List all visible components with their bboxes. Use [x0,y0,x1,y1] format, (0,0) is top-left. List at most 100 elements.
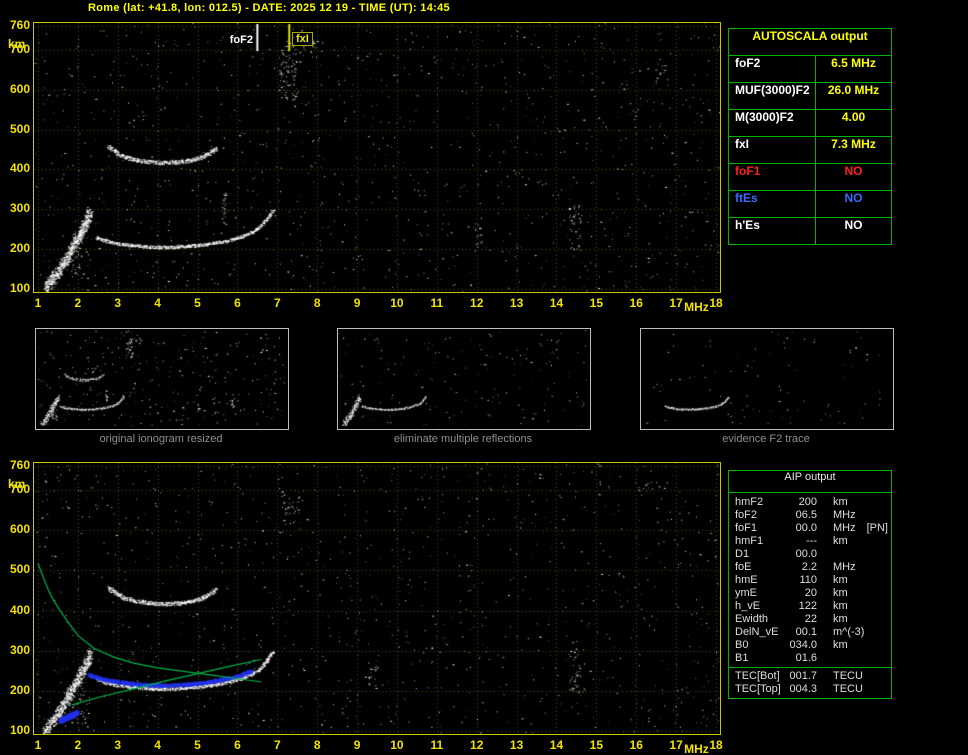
x-axis-tick: 3 [114,296,122,310]
thumbnail-canvas-original [37,330,285,426]
y-axis-tick: 600 [9,522,30,537]
aip-row: B1 01.6 [729,652,891,665]
aip-row: D1 00.0 [729,548,891,561]
aip-param-value: 06.5 [795,509,817,521]
x-axis-tick: 16 [629,738,643,752]
aip-param-value: 122 [798,600,817,612]
aip-param-value: 20 [804,587,817,599]
x-axis-tick: 2 [74,738,82,752]
autoscala-output-table: AUTOSCALA output foF2 6.5 MHz MUF(3000)F2 2… [728,28,892,245]
x-axis-tick: 5 [194,296,201,310]
aip-param-value: 22 [804,613,817,625]
aip-param-unit: km [833,535,848,547]
autoscala-param-label: foF2 [729,56,816,82]
y-axis-tick: 300 [9,201,30,216]
x-axis-tick: 2 [74,296,82,310]
autoscala-param-value: 6.5 MHz [831,56,876,70]
x-axis-tick: 10 [390,738,404,752]
autoscala-table-body: foF2 6.5 MHz MUF(3000)F2 26.0 MHz M(3000)F2 4… [729,56,891,244]
x-axis-tick: 4 [154,296,161,310]
autoscala-param-value: 7.3 MHz [831,137,876,151]
autoscala-row: foF2 6.5 MHz [729,56,891,83]
y-axis-tick: 760 [9,458,30,472]
aip-row: Ewidth 22 km [729,613,891,626]
aip-param-unit: km [833,587,848,599]
aip-row: B0 034.0 km [729,639,891,652]
autoscala-param-value: NO [844,191,863,205]
aip-param-unit: m^(-3) [833,626,865,638]
x-axis-tick: 6 [234,738,241,752]
x-axis-tick: 14 [549,738,564,752]
aip-param-value: 110 [799,574,817,586]
aip-row: foE 2.2 MHz [729,561,891,574]
x-axis-tick: 7 [273,296,281,310]
aip-param-label: foF1 [735,522,758,534]
aip-param-unit: km [833,600,848,612]
thumbnail-f2-trace-evidence [640,328,894,430]
autoscala-param-value: NO [844,218,863,232]
aip-row: hmF1 --- km [729,535,891,548]
autoscala-row: fxI 7.3 MHz [729,137,891,164]
x-axis-tick: 17 [669,738,683,752]
aip-param-label: DelN_vE [735,626,779,638]
x-axis-tick: 18 [709,738,723,752]
aip-param-unit: MHz [833,509,856,521]
aip-row: foF2 06.5 MHz [729,509,891,522]
y-axis-tick: 400 [9,602,30,617]
aip-param-label: B1 [735,652,749,664]
autoscala-param-label: MUF(3000)F2 [729,83,816,109]
ionogram-screen: Rome (lat: +41.8, lon: 012.5) - DATE: 20… [0,0,968,755]
aip-param-label: B0 [735,639,749,651]
thumbnail-caption-cleaned: eliminate multiple reflections [393,433,533,445]
aip-param-value: 2.2 [801,561,817,573]
aip-param-label: foE [735,561,752,573]
thumbnail-caption-f2-trace: evidence F2 trace [722,433,810,445]
x-axis-tick: 12 [470,738,484,752]
aip-param-label: hmF1 [735,535,764,547]
y-axis-tick: 400 [9,161,30,176]
aip-param-label: TEC[Bot] [735,670,780,682]
autoscala-param-value: 4.00 [841,110,866,124]
aip-row: ymE 20 km [729,587,891,600]
y-axis-tick: 600 [9,81,30,96]
x-axis-tick: 5 [194,738,201,752]
y-axis-tick: 100 [9,723,30,737]
autoscala-row: M(3000)F2 4.00 [729,110,891,137]
thumbnail-caption-original: original ionogram resized [99,433,223,445]
autoscala-param-label: M(3000)F2 [729,110,816,136]
autoscala-param-label: h'Es [729,218,816,244]
y-axis-unit-label: km [8,477,26,491]
y-axis-tick: 200 [9,682,30,697]
aip-param-label: D1 [735,548,750,560]
aip-param-label: TEC[Top] [735,683,781,695]
x-axis-tick: 15 [589,296,604,310]
x-axis-tick: 10 [390,296,404,310]
aip-param-unit: km [833,574,848,586]
x-axis-tick: 12 [470,296,484,310]
x-axis-tick: 11 [430,738,444,752]
aip-table-title: AIP output [729,471,891,493]
aip-param-label: hmE [735,574,758,586]
thumbnail-canvas-cleaned [339,330,587,426]
x-axis-tick: 3 [114,738,122,752]
aip-param-unit: km [833,639,848,651]
x-axis-tick: 7 [273,738,281,752]
x-axis-tick: 11 [430,296,444,310]
aip-param-value: 00.1 [795,626,817,638]
aip-tec-row: TEC[Top] 004.3 TECU [729,683,891,696]
x-axis-tick: 18 [709,296,723,310]
x-axis-unit-label: MHz [684,742,709,755]
aip-param-label: ymE [735,587,757,599]
aip-param-label: Ewidth [735,613,769,625]
aip-param-label: h_vE [735,600,761,612]
x-axis-tick: 17 [669,296,683,310]
x-axis-tick: 1 [34,296,42,310]
x-axis-tick: 14 [549,296,564,310]
ionogram-plot-canvas [33,22,721,293]
station-title: Rome (lat: +41.8, lon: 012.5) - DATE: 20… [88,2,450,14]
aip-row: DelN_vE 00.1 m^(-3) [729,626,891,639]
x-axis-unit-label: MHz [684,300,709,314]
y-axis-tick: 100 [9,281,30,295]
autoscala-param-label: ftEs [729,191,816,217]
thumbnail-original-ionogram [35,328,289,430]
